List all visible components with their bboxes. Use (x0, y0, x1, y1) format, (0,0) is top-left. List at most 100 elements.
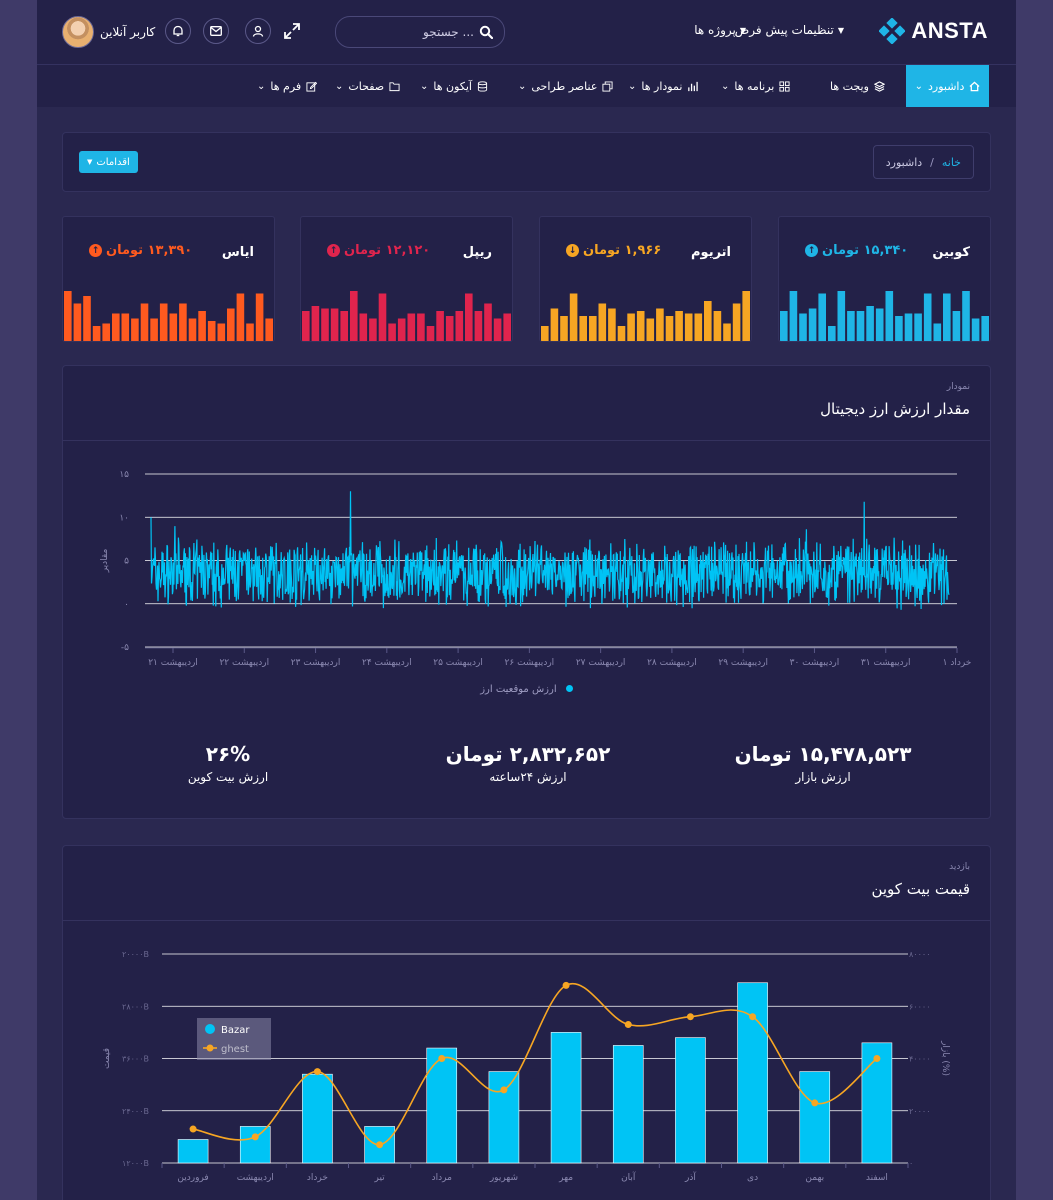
spark-bar (904, 313, 913, 341)
spark-bar (560, 316, 568, 341)
bar (737, 982, 768, 1164)
nav-item-icons[interactable]: آیکون ها ⌄ (420, 65, 488, 107)
menu-settings[interactable]: تنظیمات پیش فرض ▼ (735, 23, 844, 37)
spark-bar (465, 293, 473, 341)
caret-down-icon: ▼ (837, 25, 844, 35)
spark-bar (847, 311, 855, 341)
x-tick-label: اردیبهشت ۳۰ (790, 658, 840, 668)
database-icon (477, 80, 488, 92)
spark-bar (302, 311, 310, 341)
card-eos[interactable]: ایاس ۱۳,۳۹۰ تومان ↑ (62, 216, 275, 342)
breadcrumb: خانه / داشبورد (872, 145, 974, 179)
arrow-up-circle-icon: ↑ (89, 244, 102, 257)
chart-legend: Bazar ghest (197, 1018, 271, 1060)
card-name: ایاس (221, 245, 254, 260)
menu-settings-label: تنظیمات پیش فرض (734, 23, 834, 37)
divider (63, 920, 990, 921)
bar (302, 1073, 333, 1164)
spark-bar (569, 293, 578, 341)
card-ethereum[interactable]: اتریوم ۱,۹۶۶ تومان ↓ (539, 216, 752, 342)
x-tick-label: آذر (684, 1171, 696, 1183)
spark-bar (92, 326, 101, 341)
nav-item-design-elements[interactable]: عناصر طراحی ⌄ (518, 65, 613, 107)
right-tick-label: ۶۰۰۰۰ (909, 1002, 930, 1011)
bell-icon (173, 25, 183, 37)
nav-label: آیکون ها (433, 79, 472, 93)
spark-bar (617, 326, 626, 341)
y-tick-label: -۵ (121, 643, 129, 653)
spark-bar (417, 313, 425, 341)
spark-bar (179, 303, 187, 341)
left-tick-label: ۲۰۰۰۰B (122, 950, 149, 959)
spark-bar (455, 311, 464, 341)
left-tick-label: ۲۸۰۰۰B (122, 1002, 149, 1011)
spark-bar (484, 303, 492, 341)
nav-label: ویجت ها (830, 79, 869, 93)
actions-button[interactable]: اقدامات ▼ (79, 151, 138, 173)
nav-item-dashboard[interactable]: داشبورد ⌄ (906, 65, 989, 107)
right-tick-label: ۰ (909, 1159, 913, 1168)
chevron-down-icon: ⌄ (420, 80, 429, 92)
chevron-down-icon: ⌄ (257, 80, 266, 92)
nav-item-widgets[interactable]: ویجت ها (830, 65, 885, 107)
breadcrumb-panel: خانه / داشبورد اقدامات ▼ (62, 132, 991, 192)
menu-projects-label: پروژه ها (694, 23, 736, 37)
card-value: ۱۵,۳۴۰ تومان ↑ (805, 243, 908, 258)
nav-item-apps[interactable]: برنامه ها ⌄ (721, 65, 790, 107)
x-tick-label: بهمن (805, 1173, 824, 1183)
caret-down-icon: ▼ (87, 158, 93, 166)
chart-legend[interactable]: ارزش موقعیت ارز (63, 684, 990, 695)
logo[interactable]: ANSTA (879, 18, 988, 44)
spark-bar (636, 311, 645, 341)
y-tick-label: ۰ (124, 600, 129, 610)
user-profile[interactable]: کاربر آنلاین (62, 16, 155, 48)
nav-label: برنامه ها (734, 79, 775, 93)
search-input[interactable]: جستجو ... (423, 25, 474, 39)
bar-chart-icon (688, 81, 699, 91)
nav-item-pages[interactable]: صفحات ⌄ (335, 65, 400, 107)
stat-label: ارزش ۲۴ساعته (489, 770, 567, 784)
spark-bar (608, 308, 616, 341)
card-ripple[interactable]: ریپل ۱۲,۱۲۰ تومان ↑ (300, 216, 513, 342)
user-icon-button[interactable] (245, 18, 271, 44)
nav-item-forms[interactable]: فرم ها ⌄ (257, 65, 318, 107)
spark-bar (914, 313, 922, 341)
spark-bar (246, 323, 254, 341)
menu-projects[interactable]: پروژه ها ▼ (694, 23, 746, 37)
nav-item-charts[interactable]: نمودار ها ⌄ (628, 65, 699, 107)
spark-bar (981, 316, 989, 341)
spark-bar (265, 318, 273, 341)
card-sparkbars (64, 291, 273, 341)
line-point (811, 1099, 819, 1107)
chevron-down-icon: ⌄ (335, 80, 344, 92)
mail-icon-button[interactable] (203, 18, 229, 44)
spark-bar (589, 316, 597, 341)
left-tick-label: ۳۶۰۰۰B (122, 1055, 149, 1064)
spark-bar (684, 313, 693, 341)
breadcrumb-separator: / (930, 155, 934, 169)
card-coin[interactable]: کوبین ۱۵,۳۴۰ تومان ↑ (778, 216, 991, 342)
bell-icon-button[interactable] (165, 18, 191, 44)
top-bar: ANSTA تنظیمات پیش فرض ▼ پروژه ها ▼ جستجو… (37, 0, 1016, 65)
panel-title: مقدار ارزش ارز دیجیتال (820, 400, 970, 418)
spark-bar (359, 313, 368, 341)
spark-bar (856, 311, 865, 341)
card-value: ۱,۹۶۶ تومان ↓ (566, 243, 661, 258)
legend-marker-ghest (206, 1044, 214, 1052)
chevron-down-icon: ⌄ (914, 80, 923, 92)
spark-bar (646, 318, 655, 341)
search-box[interactable]: جستجو ... (335, 16, 505, 48)
spark-bar (694, 313, 703, 341)
card-sparkbars (541, 291, 750, 341)
divider (63, 440, 990, 441)
x-tick-label: تیر (373, 1173, 385, 1183)
right-tick-label: ۴۰۰۰۰ (909, 1055, 930, 1064)
spark-bar (503, 313, 511, 341)
breadcrumb-home[interactable]: خانه (942, 156, 961, 169)
fullscreen-icon[interactable] (283, 22, 301, 40)
spark-bar (541, 326, 549, 341)
card-value-text: ۱,۹۶۶ تومان (583, 243, 662, 258)
line-point (624, 1021, 632, 1029)
spark-bar (169, 313, 178, 341)
chevron-down-icon: ⌄ (628, 80, 637, 92)
